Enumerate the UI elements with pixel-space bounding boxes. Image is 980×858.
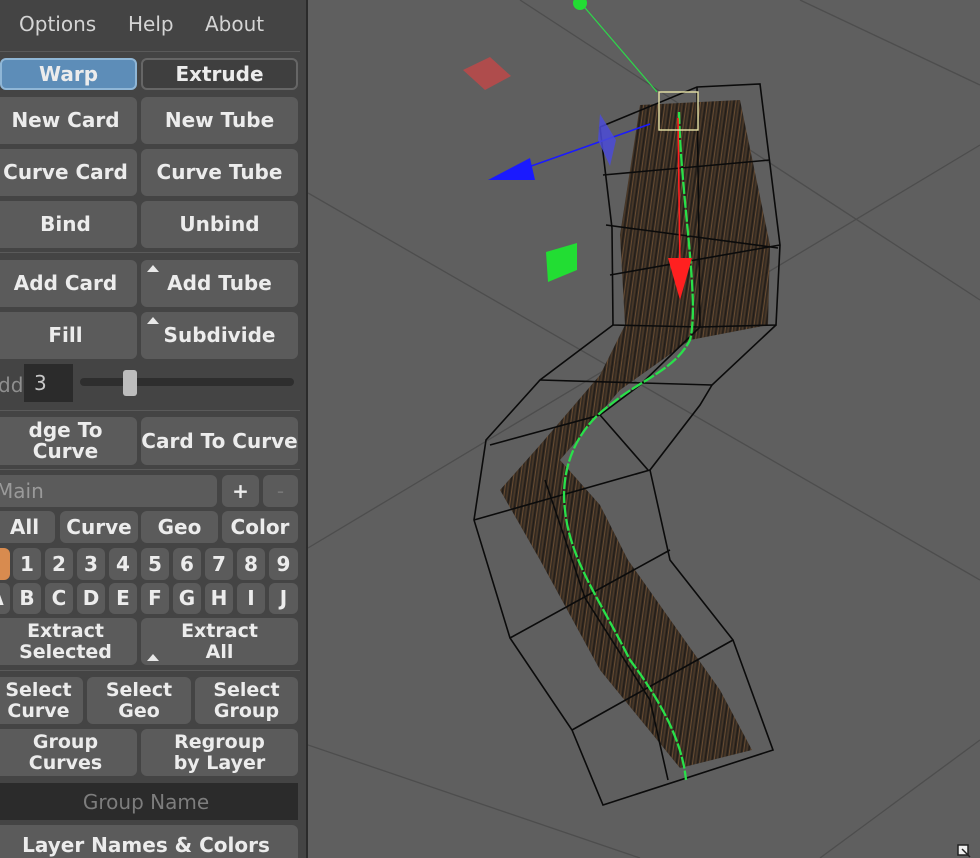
separator	[0, 51, 300, 52]
separator	[0, 670, 300, 671]
layer-g-button[interactable]: G	[173, 583, 201, 614]
layer-0-button[interactable]	[0, 548, 10, 580]
layer-1-button[interactable]: 1	[13, 548, 41, 580]
edge-to-curve-button[interactable]: dge To Curve	[0, 417, 137, 465]
add-collection-button[interactable]: +	[222, 475, 259, 507]
extract-selected-button[interactable]: Extract Selected	[0, 618, 137, 665]
viewport-canvas[interactable]	[308, 0, 980, 858]
select-curve-button[interactable]: Select Curve	[0, 677, 83, 724]
plane-handle-icon[interactable]	[546, 243, 577, 282]
group-name-input[interactable]: Group Name	[0, 783, 298, 820]
add-card-button[interactable]: Add Card	[0, 260, 137, 307]
fill-button[interactable]: Fill	[0, 312, 137, 359]
subdivide-label: Subdivide	[163, 323, 276, 347]
filter-color-button[interactable]: Color	[222, 511, 298, 543]
bind-button[interactable]: Bind	[0, 201, 137, 248]
menu-options[interactable]: Options	[19, 12, 96, 36]
add-tube-label: Add Tube	[167, 271, 272, 295]
layer-f-button[interactable]: F	[141, 583, 169, 614]
layer-collection-dropdown[interactable]: Main	[0, 475, 217, 507]
select-group-button[interactable]: Select Group	[195, 677, 298, 724]
select-geo-button[interactable]: Select Geo	[87, 677, 191, 724]
subdivide-button[interactable]: Subdivide	[141, 312, 298, 359]
add-tube-button[interactable]: Add Tube	[141, 260, 298, 307]
layer-names-colors-button[interactable]: Layer Names & Colors	[0, 825, 298, 858]
z-axis-cone-icon[interactable]	[488, 158, 535, 180]
options-triangle-icon	[147, 317, 159, 324]
resize-grip-icon[interactable]	[957, 844, 971, 858]
layer-h-button[interactable]: H	[205, 583, 233, 614]
separator	[0, 410, 300, 411]
layer-7-button[interactable]: 7	[205, 548, 233, 580]
remove-collection-button[interactable]: -	[263, 475, 298, 507]
layer-d-button[interactable]: D	[77, 583, 105, 614]
menu-help[interactable]: Help	[128, 12, 174, 36]
curve-tube-button[interactable]: Curve Tube	[141, 149, 298, 196]
filter-curve-button[interactable]: Curve	[60, 511, 138, 543]
filter-all-button[interactable]: All	[0, 511, 55, 543]
layer-i-button[interactable]: I	[237, 583, 265, 614]
menu-about[interactable]: About	[205, 12, 264, 36]
layer-b-button[interactable]: B	[13, 583, 41, 614]
layer-2-button[interactable]: 2	[45, 548, 73, 580]
layer-5-button[interactable]: 5	[141, 548, 169, 580]
group-curves-button[interactable]: Group Curves	[0, 729, 137, 776]
layer-j-button[interactable]: J	[269, 583, 298, 614]
layer-9-button[interactable]: 9	[269, 548, 298, 580]
layer-3-button[interactable]: 3	[77, 548, 105, 580]
layer-e-button[interactable]: E	[109, 583, 137, 614]
extract-all-button[interactable]: Extract All	[141, 618, 298, 665]
card-to-curve-button[interactable]: Card To Curve	[141, 417, 298, 465]
curve-card-button[interactable]: Curve Card	[0, 149, 137, 196]
filter-geo-button[interactable]: Geo	[141, 511, 218, 543]
slider-handle[interactable]	[123, 370, 137, 396]
add-count-field[interactable]: 3	[24, 364, 73, 402]
regroup-by-layer-button[interactable]: Regroup by Layer	[141, 729, 298, 776]
unbind-button[interactable]: Unbind	[141, 201, 298, 248]
extrude-tab[interactable]: Extrude	[141, 58, 298, 90]
layer-a-button[interactable]: A	[0, 583, 10, 614]
add-count-slider[interactable]	[80, 378, 294, 386]
layer-8-button[interactable]: 8	[237, 548, 265, 580]
warp-tab[interactable]: Warp	[0, 58, 137, 90]
options-triangle-icon	[147, 654, 159, 661]
options-triangle-icon	[147, 265, 159, 272]
separator	[0, 252, 300, 253]
separator	[0, 469, 300, 470]
extract-all-label: Extract All	[181, 619, 258, 663]
3d-viewport[interactable]	[308, 0, 980, 858]
add-count-label: dd	[0, 373, 24, 397]
new-card-button[interactable]: New Card	[0, 97, 137, 144]
layer-c-button[interactable]: C	[45, 583, 73, 614]
layer-4-button[interactable]: 4	[109, 548, 137, 580]
new-tube-button[interactable]: New Tube	[141, 97, 298, 144]
plane-handle-icon[interactable]	[463, 57, 511, 90]
layer-6-button[interactable]: 6	[173, 548, 201, 580]
gs-curvetools-panel: Options Help About Warp Extrude New Card…	[0, 0, 308, 858]
